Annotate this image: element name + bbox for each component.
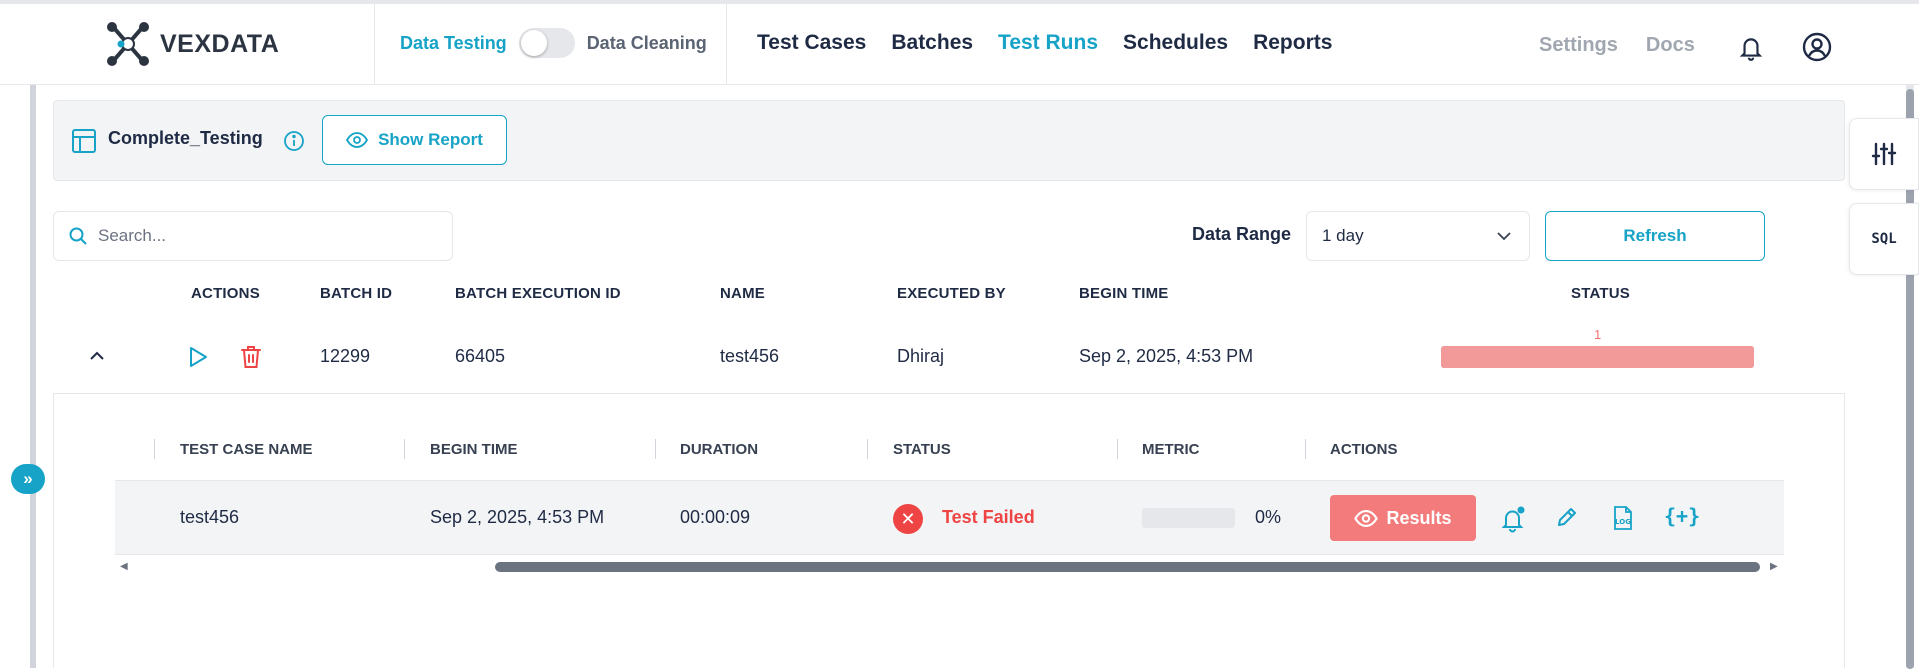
metric-bar [1142,508,1235,528]
sql-label: SQL [1871,231,1897,247]
refresh-label: Refresh [1623,226,1687,245]
eye-icon [346,132,369,148]
col-header-begin-time: BEGIN TIME [1079,285,1169,302]
status-text: Test Failed [942,507,1035,527]
duration-cell: 00:00:09 [680,507,751,527]
toggle-knob [520,30,547,56]
sub-col-header-actions: ACTIONS [1330,441,1398,458]
col-header-batch-id: BATCH ID [320,285,393,302]
batch-execution-id-cell: 66405 [455,346,506,366]
results-button[interactable]: Results [1330,495,1476,541]
horizontal-scrollbar-thumb[interactable] [495,562,1760,572]
batch-id-cell: 12299 [320,346,371,366]
column-divider [404,439,405,459]
user-icon[interactable] [1802,32,1832,67]
test-case-name-cell: test456 [180,507,240,527]
column-divider [154,439,155,459]
nav-settings[interactable]: Settings [1539,34,1618,57]
col-header-executed-by: EXECUTED BY [897,285,1006,302]
log-file-icon[interactable]: LOG [1611,505,1635,531]
executed-by-cell: Dhiraj [897,346,945,366]
metric-percent: 0% [1255,507,1282,527]
nav-reports[interactable]: Reports [1253,31,1332,55]
data-range-value: 1 day [1322,226,1364,245]
data-range-select[interactable]: 1 day [1306,211,1530,261]
sliders-icon [1871,142,1897,166]
mode-data-cleaning[interactable]: Data Cleaning [587,33,707,54]
sub-col-header-duration: DURATION [680,441,759,458]
horizontal-scrollbar[interactable]: ◀ ▶ [115,558,1784,576]
scroll-left-arrow[interactable]: ◀ [120,561,128,572]
edit-pencil-icon[interactable] [1555,505,1579,529]
status-failed-count: 1 [1594,327,1602,342]
nav-docs[interactable]: Docs [1646,34,1695,57]
test-begin-time-cell: Sep 2, 2025, 4:53 PM [430,507,605,527]
column-divider [867,439,868,459]
show-report-label: Show Report [378,130,483,149]
page-title: Complete_Testing [108,128,263,148]
sub-col-header-status: STATUS [893,441,951,458]
nav-batches[interactable]: Batches [891,31,973,55]
log-label: LOG [1615,518,1631,526]
logo-text: VEXDATA [160,29,280,58]
eye-icon [1354,509,1379,527]
trash-icon[interactable] [240,345,262,369]
table-icon [72,129,96,153]
logo[interactable]: VEXDATA [104,20,279,68]
results-label: Results [1386,507,1452,528]
filter-settings-button[interactable] [1849,118,1919,190]
sub-col-header-begin-time: BEGIN TIME [430,441,518,458]
info-icon[interactable] [283,130,305,152]
failed-icon: ✕ [893,504,923,534]
header-divider [374,4,375,85]
header-divider [726,4,727,85]
column-divider [655,439,656,459]
bell-icon[interactable] [1738,34,1764,67]
column-divider [1117,439,1118,459]
play-icon[interactable] [188,346,208,368]
status-bar[interactable] [1441,346,1754,368]
begin-time-cell: Sep 2, 2025, 4:53 PM [1079,346,1254,366]
name-cell: test456 [720,346,780,366]
data-range-label: Data Range [1192,224,1292,244]
sub-col-header-test-case-name: TEST CASE NAME [180,441,313,458]
mode-toggle[interactable] [518,28,575,58]
chevron-up-icon[interactable] [89,350,105,360]
nav-schedules[interactable]: Schedules [1123,31,1228,55]
secondary-nav: Settings Docs [1539,34,1695,57]
scroll-right-arrow[interactable]: ▶ [1770,561,1778,572]
col-header-name: NAME [720,285,765,302]
mode-switch: Data Testing Data Cleaning [400,28,707,58]
col-header-status: STATUS [1571,285,1630,302]
expand-sidebar-button[interactable]: » [11,464,45,494]
nav-test-cases[interactable]: Test Cases [757,31,866,55]
left-sidebar-rail [30,85,36,668]
search-icon [69,227,87,245]
column-divider [1305,439,1306,459]
top-header: VEXDATA Data Testing Data Cleaning Test … [0,4,1919,85]
json-config-icon[interactable]: {+} [1664,504,1700,528]
col-header-actions: ACTIONS [191,285,260,302]
chevron-down-icon [1497,231,1511,240]
search-input[interactable] [98,226,418,246]
sql-button[interactable]: SQL [1849,203,1919,275]
logo-icon [107,22,149,66]
mode-data-testing[interactable]: Data Testing [400,33,507,54]
sub-col-header-metric: METRIC [1142,441,1200,458]
status-bar-fill [1441,346,1754,368]
nav-test-runs[interactable]: Test Runs [998,31,1098,55]
main-nav: Test Cases Batches Test Runs Schedules R… [757,31,1332,55]
search-box [53,211,453,261]
show-report-button[interactable]: Show Report [322,115,507,165]
refresh-button[interactable]: Refresh [1545,211,1765,261]
notification-bell-icon[interactable] [1500,505,1526,533]
col-header-batch-execution-id: BATCH EXECUTION ID [455,285,621,302]
